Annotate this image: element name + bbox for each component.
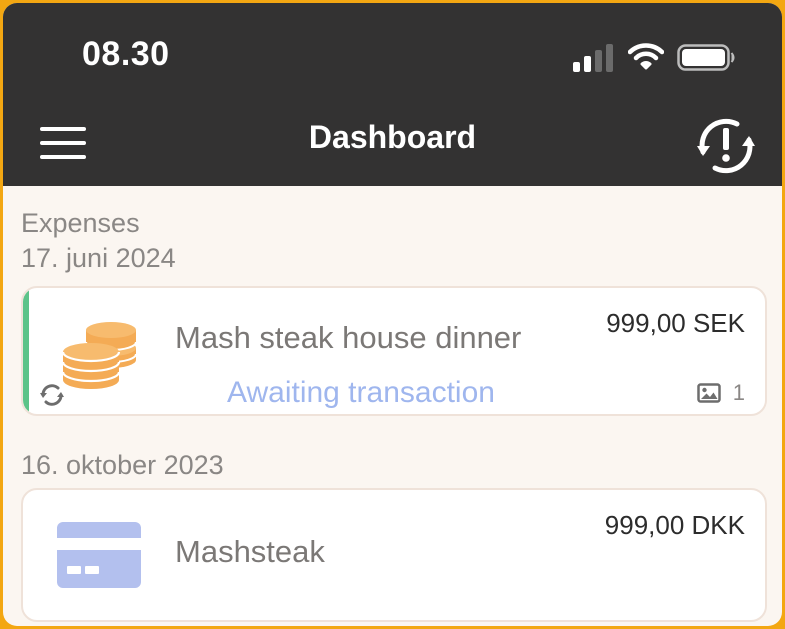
section-date: 17. juni 2024 — [21, 243, 176, 273]
page-title: Dashboard — [308, 119, 477, 155]
attachment-count: 1 — [697, 380, 745, 406]
section-label-expenses: Expenses — [21, 208, 140, 238]
wifi-icon — [628, 43, 664, 70]
image-icon — [697, 383, 721, 403]
battery-icon — [677, 44, 735, 71]
status-time: 08.30 — [82, 35, 170, 73]
expense-amount: 999,00 DKK — [604, 510, 745, 540]
expense-amount: 999,00 SEK — [606, 308, 745, 338]
expense-card[interactable]: Mashsteak 999,00 DKK — [21, 488, 767, 622]
sync-alert-icon[interactable] — [693, 116, 759, 176]
credit-card-icon — [57, 522, 141, 588]
sync-icon — [40, 384, 64, 406]
section-date: 16. oktober 2023 — [21, 450, 224, 480]
attachment-count-label: 1 — [732, 380, 745, 405]
coins-icon — [61, 322, 137, 389]
top-bar: 08.30 Dashboard — [3, 3, 782, 186]
app-screen: 08.30 Dashboard Expenses 17. juni 2024 M… — [3, 3, 782, 626]
expense-status: Awaiting transaction — [227, 376, 495, 409]
status-accent-bar — [23, 288, 29, 414]
expense-title: Mash steak house dinner — [175, 320, 522, 355]
signal-icon — [573, 40, 615, 72]
expense-card[interactable]: Mash steak house dinner 999,00 SEK Await… — [21, 286, 767, 416]
expense-title: Mashsteak — [175, 534, 325, 569]
